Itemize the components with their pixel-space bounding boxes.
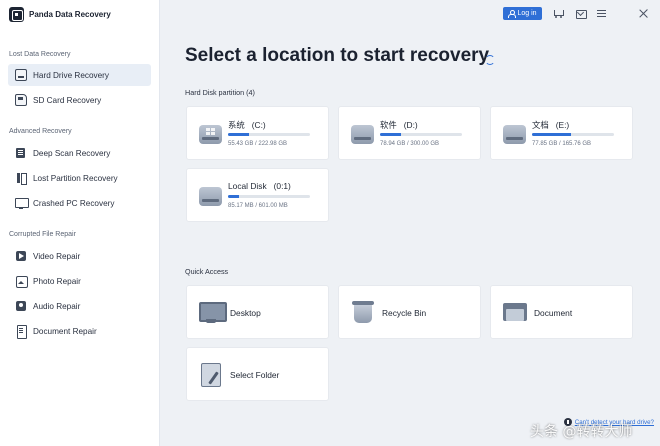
partition-label: 软件 (380, 120, 397, 130)
quick-access-label: Select Folder (230, 370, 280, 380)
sidebar-item-hard-drive-recovery[interactable]: Hard Drive Recovery (8, 64, 151, 86)
deep-scan-icon (15, 147, 27, 159)
audio-icon (15, 300, 27, 312)
sidebar-item-label: Deep Scan Recovery (33, 148, 111, 158)
app-name: Panda Data Recovery (29, 9, 111, 19)
hard-disk-icon (503, 125, 526, 144)
hard-drive-icon (15, 69, 27, 81)
recycle-bin-icon (351, 300, 375, 324)
partition-icon (15, 172, 27, 185)
app-logo-icon (9, 6, 24, 22)
quick-access-heading: Quick Access (185, 267, 229, 276)
usage-bar (228, 133, 310, 136)
partition-letter: (D:) (403, 120, 418, 130)
partition-card[interactable]: 系统 (C:) 55.43 GB / 222.98 GB (186, 106, 329, 160)
partition-name: 软件 (D:) (380, 119, 418, 131)
quick-access-select-folder[interactable]: Select Folder (186, 347, 329, 401)
partition-size: 77.85 GB / 165.76 GB (532, 141, 592, 147)
refresh-icon[interactable] (484, 54, 496, 66)
sidebar: Panda Data Recovery Lost Data Recovery H… (0, 0, 160, 446)
quick-access-label: Document (534, 308, 573, 318)
partition-label: Local Disk (228, 181, 267, 191)
document-folder-icon (503, 300, 527, 324)
sidebar-item-sd-card-recovery[interactable]: SD Card Recovery (8, 89, 151, 111)
usage-bar-fill (532, 133, 571, 136)
partitions-heading: Hard Disk partition (4) (185, 88, 255, 97)
sidebar-item-label: SD Card Recovery (33, 95, 102, 105)
usage-bar (380, 133, 462, 136)
partitions-count: (4) (246, 88, 255, 97)
partition-size: 55.43 GB / 222.98 GB (228, 141, 288, 147)
sd-card-icon (15, 94, 27, 106)
usage-bar (228, 195, 310, 198)
mail-icon[interactable] (575, 8, 587, 19)
close-icon[interactable] (638, 8, 649, 19)
sidebar-item-deep-scan-recovery[interactable]: Deep Scan Recovery (8, 142, 151, 164)
sidebar-item-photo-repair[interactable]: Photo Repair (8, 270, 151, 292)
partition-label: 文档 (532, 120, 549, 130)
partition-letter: (0:1) (273, 181, 291, 191)
partition-size: 78.94 GB / 300.00 GB (380, 141, 440, 147)
partition-label: 系统 (228, 120, 245, 130)
partition-letter: (E:) (555, 120, 570, 130)
sidebar-item-document-repair[interactable]: Document Repair (8, 320, 151, 342)
section-title-lost-data: Lost Data Recovery (9, 51, 71, 58)
partition-name: Local Disk (0:1) (228, 181, 291, 191)
usage-bar-fill (228, 195, 240, 198)
partition-name: 文档 (E:) (532, 119, 569, 131)
sidebar-item-label: Document Repair (33, 326, 97, 336)
hard-disk-icon (351, 125, 374, 144)
page-title: Select a location to start recovery (185, 45, 490, 66)
watermark: 头条 @转转大师 (530, 424, 633, 440)
sidebar-item-video-repair[interactable]: Video Repair (8, 245, 151, 267)
usage-bar-fill (380, 133, 402, 136)
hard-disk-icon (199, 125, 222, 144)
section-title-corrupted-file-repair: Corrupted File Repair (9, 231, 76, 238)
sidebar-item-label: Audio Repair (33, 301, 81, 311)
brand: Panda Data Recovery (9, 6, 111, 22)
partition-card[interactable]: 文档 (E:) 77.85 GB / 165.76 GB (490, 106, 633, 160)
desktop-icon (199, 300, 227, 324)
quick-access-label: Recycle Bin (382, 308, 427, 318)
video-icon (15, 250, 27, 262)
hard-disk-icon (199, 187, 222, 206)
usage-bar-fill (228, 133, 249, 136)
pc-icon (15, 197, 29, 209)
sidebar-item-label: Photo Repair (33, 276, 81, 286)
user-icon (508, 10, 517, 18)
partition-card[interactable]: 软件 (D:) 78.94 GB / 300.00 GB (338, 106, 481, 160)
login-label: Log in (517, 10, 537, 17)
partitions-heading-label: Hard Disk partition (185, 88, 245, 97)
sidebar-item-audio-repair[interactable]: Audio Repair (8, 295, 151, 317)
menu-icon[interactable] (596, 8, 607, 19)
partition-card[interactable]: Local Disk (0:1) 85.17 MB / 601.00 MB (186, 168, 329, 222)
photo-icon (15, 275, 28, 288)
sidebar-item-label: Video Repair (33, 251, 81, 261)
partition-size: 85.17 MB / 601.00 MB (228, 203, 288, 209)
partition-name: 系统 (C:) (228, 119, 266, 131)
usage-bar (532, 133, 614, 136)
cart-icon[interactable] (553, 8, 564, 19)
sidebar-item-lost-partition-recovery[interactable]: Lost Partition Recovery (8, 167, 151, 189)
sidebar-item-crashed-pc-recovery[interactable]: Crashed PC Recovery (8, 192, 151, 214)
quick-access-document[interactable]: Document (490, 285, 633, 339)
login-button[interactable]: Log in (503, 7, 542, 20)
sidebar-item-label: Lost Partition Recovery (33, 173, 118, 183)
sidebar-item-label: Crashed PC Recovery (33, 198, 115, 208)
document-icon (15, 325, 27, 339)
sidebar-item-label: Hard Drive Recovery (33, 70, 109, 80)
quick-access-label: Desktop (230, 308, 261, 318)
windows-logo-icon (206, 128, 215, 135)
select-folder-icon (199, 362, 223, 387)
quick-access-desktop[interactable]: Desktop (186, 285, 329, 339)
partition-letter: (C:) (251, 120, 266, 130)
quick-access-recycle-bin[interactable]: Recycle Bin (338, 285, 481, 339)
section-title-advanced: Advanced Recovery (9, 128, 72, 135)
